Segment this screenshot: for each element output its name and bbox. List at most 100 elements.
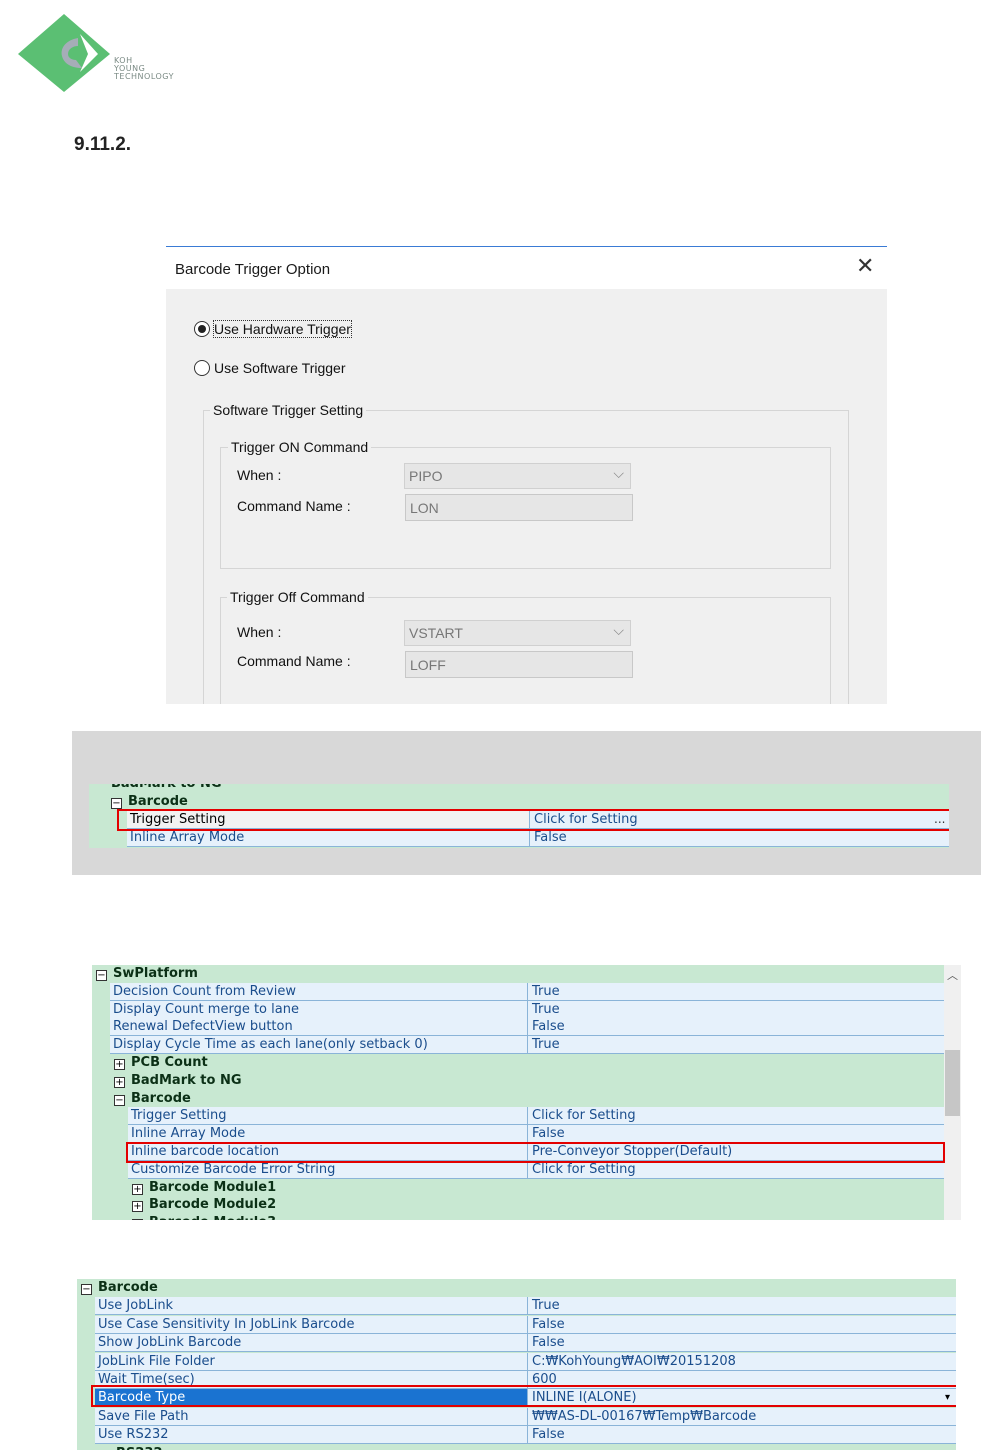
prop-value[interactable]: True bbox=[527, 1297, 956, 1316]
highlight-box bbox=[91, 1385, 956, 1407]
collapse-icon[interactable]: − bbox=[96, 970, 107, 981]
prop-name: Customize Barcode Error String bbox=[128, 1160, 527, 1179]
prop-value[interactable]: ₩₩AS-DL-00167₩Temp₩Barcode bbox=[527, 1407, 956, 1426]
row-inline-array-mode[interactable]: Inline Array Mode False bbox=[89, 829, 949, 847]
category-barcode[interactable]: − Barcode bbox=[77, 1279, 956, 1297]
prop-value[interactable]: True bbox=[527, 1036, 944, 1055]
collapse-icon[interactable]: − bbox=[132, 1219, 143, 1220]
category-badmark-cut: BadMark to NG bbox=[89, 784, 949, 793]
on-command-label: Command Name : bbox=[237, 498, 351, 514]
scroll-up-icon[interactable]: ︿ bbox=[947, 967, 958, 983]
grid1-frame: BadMark to NG −Barcode Trigger Setting C… bbox=[72, 731, 981, 875]
prop-name: Use Case Sensitivity In JobLink Barcode bbox=[95, 1315, 527, 1334]
dialog-titlebar: Barcode Trigger Option ✕ bbox=[166, 246, 887, 289]
prop-value[interactable]: Click for Setting bbox=[527, 1107, 944, 1126]
scroll-thumb[interactable] bbox=[945, 1050, 960, 1116]
property-grid-1: BadMark to NG −Barcode Trigger Setting C… bbox=[89, 784, 949, 848]
radio-software-trigger[interactable]: Use Software Trigger bbox=[194, 360, 346, 376]
category-label: Barcode Module3 bbox=[149, 1215, 276, 1220]
expand-icon[interactable]: + bbox=[114, 1076, 125, 1088]
collapse-icon[interactable]: − bbox=[81, 1284, 92, 1295]
prop-name: Save File Path bbox=[95, 1407, 527, 1426]
prop-value[interactable]: False bbox=[527, 1125, 944, 1144]
software-trigger-group-title: Software Trigger Setting bbox=[210, 402, 367, 418]
category-label: RS232 bbox=[116, 1446, 163, 1450]
row-display-cycle-time-as-each-lane-only-setback-0-[interactable]: Display Cycle Time as each lane(only set… bbox=[92, 1036, 944, 1055]
category-barcode-module1[interactable]: + Barcode Module1 bbox=[92, 1178, 944, 1197]
row-joblink-file-folder[interactable]: JobLink File Folder C:₩KohYoung₩AOI₩20151… bbox=[77, 1352, 956, 1371]
row-display-count-merge-to-lane[interactable]: Display Count merge to lane True bbox=[92, 1000, 944, 1019]
row-show-joblink-barcode[interactable]: Show JobLink Barcode False bbox=[77, 1334, 956, 1353]
on-when-label: When : bbox=[237, 467, 282, 483]
radio-hardware-label[interactable]: Use Hardware Trigger bbox=[213, 320, 352, 338]
prop-name: JobLink File Folder bbox=[95, 1352, 527, 1371]
prop-name: Decision Count from Review bbox=[110, 982, 527, 1001]
category-label: Barcode Module1 bbox=[149, 1179, 277, 1195]
category-swplatform[interactable]: − SwPlatform bbox=[92, 965, 944, 983]
highlight-box bbox=[117, 809, 949, 831]
prop-value[interactable]: C:₩KohYoung₩AOI₩20151208 bbox=[527, 1352, 956, 1371]
prop-name: Inline Array Mode bbox=[128, 1125, 527, 1144]
off-command-label: Command Name : bbox=[237, 653, 351, 669]
prop-value[interactable]: False bbox=[527, 1018, 944, 1037]
expand-icon[interactable]: + bbox=[114, 1059, 125, 1070]
vertical-scrollbar[interactable]: ︿ bbox=[944, 965, 961, 1220]
radio-unchecked-icon[interactable] bbox=[194, 360, 210, 376]
prop-name: Trigger Setting bbox=[128, 1107, 527, 1126]
category-barcode[interactable]: − Barcode bbox=[92, 1089, 944, 1108]
category-label: Barcode Module2 bbox=[149, 1197, 277, 1213]
close-icon[interactable]: ✕ bbox=[856, 256, 874, 278]
prop-name: Display Count merge to lane bbox=[110, 1000, 527, 1019]
radio-checked-icon[interactable] bbox=[194, 321, 210, 337]
radio-software-label[interactable]: Use Software Trigger bbox=[214, 360, 346, 376]
highlight-box bbox=[126, 1142, 945, 1163]
row-save-file-path[interactable]: Save File Path ₩₩AS-DL-00167₩Temp₩Barcode bbox=[77, 1407, 956, 1426]
dialog-title: Barcode Trigger Option bbox=[175, 261, 331, 278]
row-customize-barcode-error-string[interactable]: Customize Barcode Error String Click for … bbox=[92, 1160, 944, 1179]
off-command-input[interactable]: LOFF bbox=[405, 651, 633, 678]
row-decision-count-from-review[interactable]: Decision Count from Review True bbox=[92, 982, 944, 1001]
category-label: BadMark to NG bbox=[131, 1072, 242, 1088]
section-number: 9.11.2. bbox=[74, 134, 132, 155]
trigger-off-title: Trigger Off Command bbox=[227, 589, 368, 605]
prop-value[interactable]: False bbox=[527, 1426, 956, 1445]
category-badmark-to-ng[interactable]: + BadMark to NG bbox=[92, 1071, 944, 1090]
category-pcb-count[interactable]: + PCB Count bbox=[92, 1054, 944, 1072]
company-logo: KOH YOUNG TECHNOLOGY bbox=[18, 14, 188, 94]
prop-value[interactable]: False bbox=[527, 1334, 956, 1353]
category-rs232[interactable]: −RS232 bbox=[77, 1444, 956, 1450]
chevron-down-icon[interactable]: ⌵ bbox=[613, 623, 624, 639]
row-use-joblink[interactable]: Use JobLink True bbox=[77, 1297, 956, 1316]
prop-value[interactable]: True bbox=[527, 982, 944, 1001]
category-label: Barcode bbox=[131, 1090, 191, 1106]
property-grid-2: − SwPlatform Decision Count from Review Tru… bbox=[92, 965, 961, 1220]
expand-icon[interactable]: + bbox=[132, 1201, 143, 1213]
prop-name: Show JobLink Barcode bbox=[95, 1334, 527, 1353]
barcode-trigger-dialog: Barcode Trigger Option ✕ Use Hardware Tr… bbox=[166, 246, 887, 704]
collapse-icon[interactable]: − bbox=[114, 1094, 125, 1106]
category-barcode-module3[interactable]: − Barcode Module3 bbox=[92, 1214, 944, 1220]
on-command-input[interactable]: LON bbox=[405, 494, 633, 521]
row-use-rs232[interactable]: Use RS232 False bbox=[77, 1426, 956, 1445]
prop-name: Use RS232 bbox=[95, 1426, 527, 1445]
radio-hardware-trigger[interactable]: Use Hardware Trigger bbox=[194, 320, 352, 338]
prop-name: Use JobLink bbox=[95, 1297, 527, 1316]
prop-name: Inline Array Mode bbox=[127, 829, 529, 847]
property-grid-3: − Barcode Use JobLink True Use Case Sensitiv… bbox=[77, 1279, 956, 1450]
prop-value[interactable]: False bbox=[529, 829, 949, 847]
prop-value[interactable]: False bbox=[527, 1315, 956, 1334]
category-barcode-module2[interactable]: + Barcode Module2 bbox=[92, 1196, 944, 1215]
prop-name: Renewal DefectView button bbox=[110, 1018, 527, 1037]
expand-icon[interactable]: + bbox=[132, 1183, 143, 1195]
row-renewal-defectview-button[interactable]: Renewal DefectView button False bbox=[92, 1018, 944, 1037]
trigger-on-title: Trigger ON Command bbox=[228, 439, 372, 455]
prop-value[interactable]: True bbox=[527, 1000, 944, 1019]
row-inline-array-mode[interactable]: Inline Array Mode False bbox=[92, 1125, 944, 1144]
row-trigger-setting[interactable]: Trigger Setting Click for Setting bbox=[92, 1107, 944, 1126]
on-when-select[interactable]: PIPO ⌵ bbox=[404, 463, 631, 489]
off-when-select[interactable]: VSTART ⌵ bbox=[404, 620, 631, 646]
chevron-down-icon[interactable]: ⌵ bbox=[613, 466, 624, 482]
collapse-icon[interactable]: − bbox=[111, 798, 122, 809]
row-use-case-sensitivity-in-joblink-barcode[interactable]: Use Case Sensitivity In JobLink Barcode F… bbox=[77, 1315, 956, 1334]
prop-value[interactable]: Click for Setting bbox=[527, 1160, 944, 1179]
